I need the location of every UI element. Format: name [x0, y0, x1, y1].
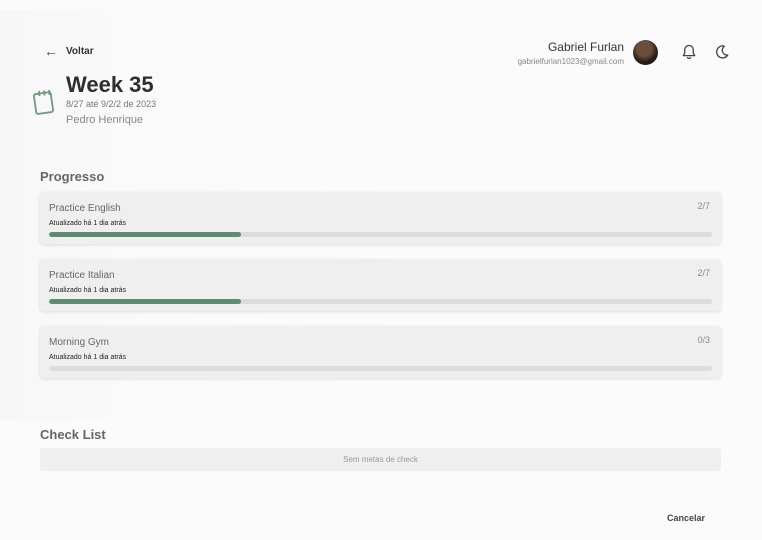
- progress-card[interactable]: Morning Gym 0/3 Atualizado há 1 dia atrá…: [40, 326, 721, 378]
- progress-item-count: 2/7: [697, 268, 710, 278]
- week-date-range: 8/27 até 9/2/2 de 2023: [66, 99, 157, 109]
- back-button[interactable]: ← Voltar: [44, 44, 94, 58]
- progress-fill: [49, 299, 242, 304]
- progress-track: [49, 366, 712, 371]
- back-label: Voltar: [66, 45, 94, 57]
- page-title: Week 35: [66, 72, 154, 97]
- progress-card[interactable]: Practice Italian 2/7 Atualizado há 1 dia…: [40, 259, 721, 311]
- user-info: Gabriel Furlan gabrielfurlan1023@gmail.c…: [518, 40, 624, 66]
- arrow-left-icon: ←: [44, 43, 58, 59]
- progress-item-name: Practice Italian: [49, 270, 115, 281]
- bell-icon[interactable]: [680, 43, 698, 61]
- progress-item-name: Practice English: [49, 203, 121, 214]
- moon-icon[interactable]: [713, 43, 731, 61]
- progress-section-title: Progresso: [40, 169, 105, 184]
- progress-item-updated: Atualizado há 1 dia atrás: [49, 220, 127, 227]
- progress-track: [49, 232, 712, 237]
- progress-track: [49, 299, 712, 304]
- page: ← Voltar Gabriel Furlan gabrielfurlan102…: [0, 0, 762, 540]
- progress-item-count: 2/7: [697, 201, 710, 211]
- checklist-empty-state: Sem metas de check: [40, 448, 721, 471]
- progress-item-count: 0/3: [697, 335, 710, 345]
- notebook-icon: [32, 89, 56, 115]
- avatar[interactable]: [633, 40, 658, 65]
- user-name: Gabriel Furlan: [547, 40, 624, 54]
- cancel-button[interactable]: Cancelar: [667, 513, 705, 523]
- checklist-section-title: Check List: [40, 427, 106, 442]
- week-owner: Pedro Henrique: [66, 114, 144, 126]
- progress-card[interactable]: Practice English 2/7 Atualizado há 1 dia…: [40, 192, 721, 244]
- progress-item-updated: Atualizado há 1 dia atrás: [49, 287, 127, 294]
- progress-item-name: Morning Gym: [49, 337, 110, 348]
- progress-fill: [49, 232, 242, 237]
- user-email: gabrielfurlan1023@gmail.com: [517, 57, 624, 66]
- progress-item-updated: Atualizado há 1 dia atrás: [49, 354, 127, 361]
